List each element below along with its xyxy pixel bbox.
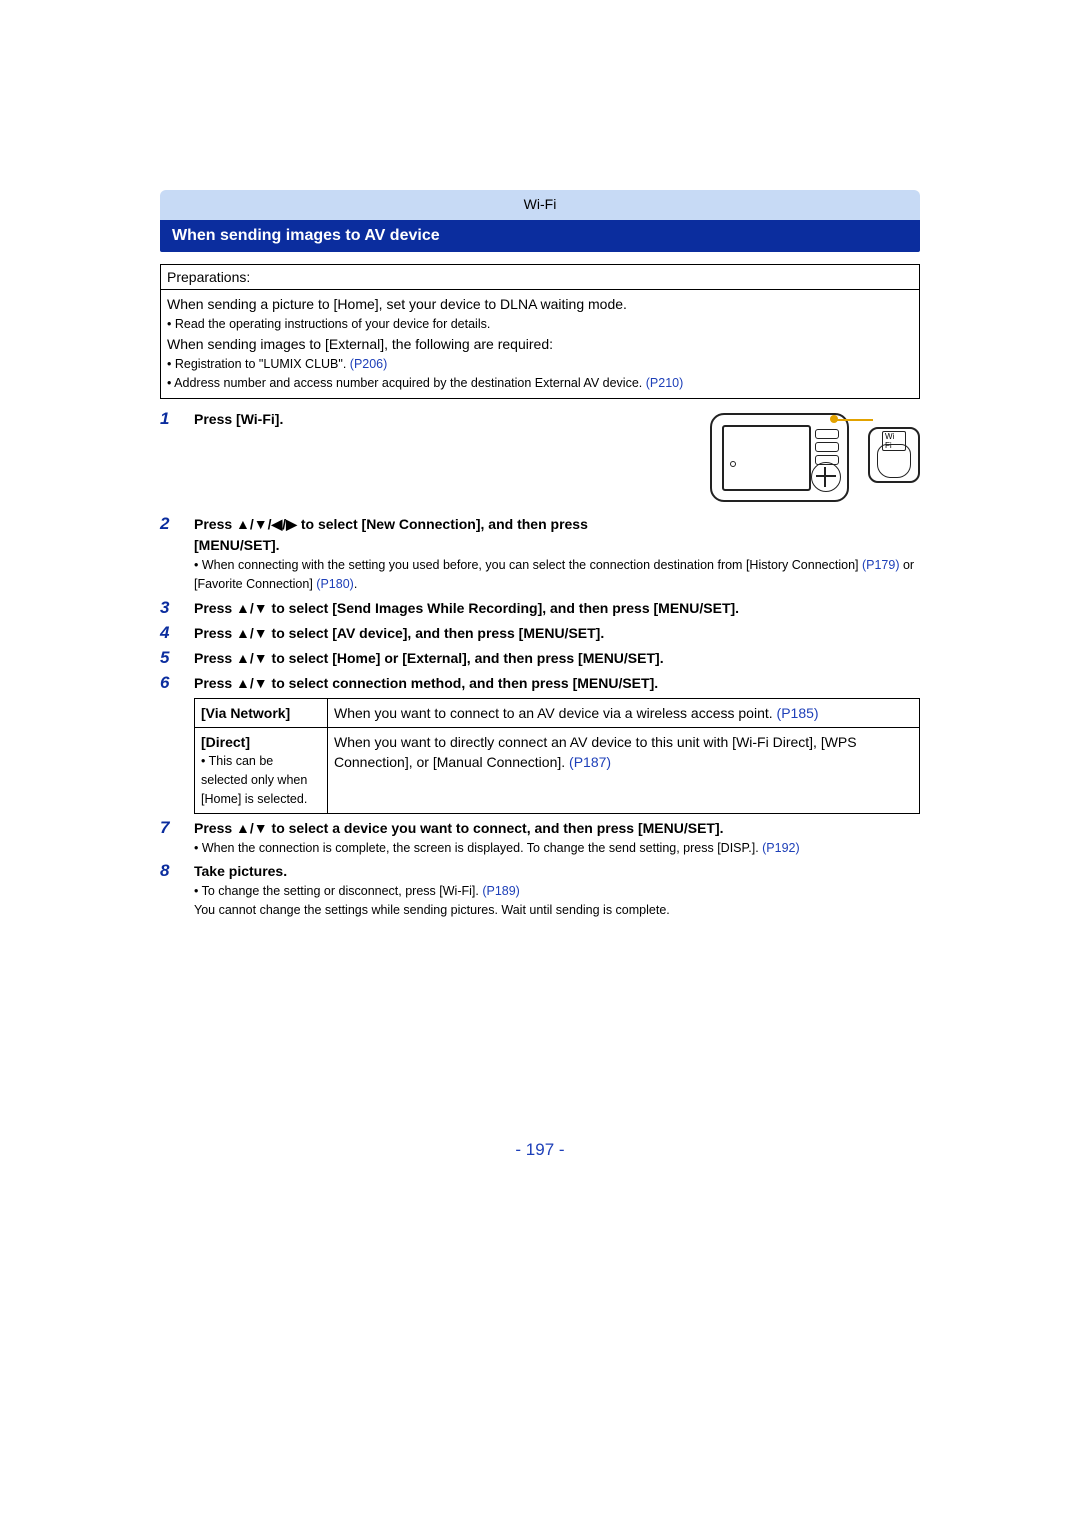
step-number: 3 [160, 598, 182, 619]
link-p187[interactable]: (P187) [569, 754, 611, 770]
table-row: [Direct] This can be selected only when … [195, 728, 920, 814]
step-1-text: Press [Wi-Fi]. [194, 411, 283, 427]
step-7-text: Press ▲/▼ to select a device you want to… [194, 820, 724, 836]
step-number: 1 [160, 409, 182, 430]
prep-line-3: When sending images to [External], the f… [167, 334, 913, 355]
preparations-box: Preparations: When sending a picture to … [160, 264, 920, 399]
link-p192[interactable]: (P192) [762, 841, 800, 855]
link-p179[interactable]: (P179) [862, 558, 900, 572]
link-p180[interactable]: (P180) [316, 577, 354, 591]
step-number: 2 [160, 514, 182, 594]
prep-line-1: When sending a picture to [Home], set yo… [167, 294, 913, 315]
step-2-text: Press ▲/▼/◀/▶ to select [New Connection]… [194, 514, 624, 556]
step-6-text: Press ▲/▼ to select connection method, a… [194, 675, 658, 691]
step-number: 8 [160, 861, 182, 920]
prep-line-2: Read the operating instructions of your … [167, 315, 913, 334]
step-7-note: When the connection is complete, the scr… [194, 839, 920, 858]
step-4-text: Press ▲/▼ to select [AV device], and the… [194, 625, 604, 641]
page-number: - 197 - [160, 1140, 920, 1160]
step-number: 7 [160, 818, 182, 858]
link-p210[interactable]: (P210) [646, 376, 684, 390]
connection-method-table: [Via Network] When you want to connect t… [194, 698, 920, 814]
step-3-text: Press ▲/▼ to select [Send Images While R… [194, 600, 739, 616]
preparations-label: Preparations: [161, 265, 919, 290]
step-8-note: To change the setting or disconnect, pre… [194, 882, 920, 920]
step-number: 6 [160, 673, 182, 814]
link-p206[interactable]: (P206) [350, 357, 388, 371]
camera-illustration: Wi Fi [710, 409, 920, 504]
step-2-note: When connecting with the setting you use… [194, 556, 920, 594]
prep-line-5: Address number and access number acquire… [167, 374, 913, 393]
link-p189[interactable]: (P189) [482, 884, 520, 898]
step-number: 5 [160, 648, 182, 669]
section-title: When sending images to AV device [160, 220, 920, 252]
link-p185[interactable]: (P185) [777, 705, 819, 721]
step-8-text: Take pictures. [194, 863, 287, 879]
prep-line-4: Registration to "LUMIX CLUB". (P206) [167, 355, 913, 374]
step-5-text: Press ▲/▼ to select [Home] or [External]… [194, 650, 664, 666]
wifi-button-icon: Wi Fi [868, 427, 920, 483]
category-header: Wi-Fi [160, 190, 920, 220]
table-row: [Via Network] When you want to connect t… [195, 698, 920, 727]
step-number: 4 [160, 623, 182, 644]
